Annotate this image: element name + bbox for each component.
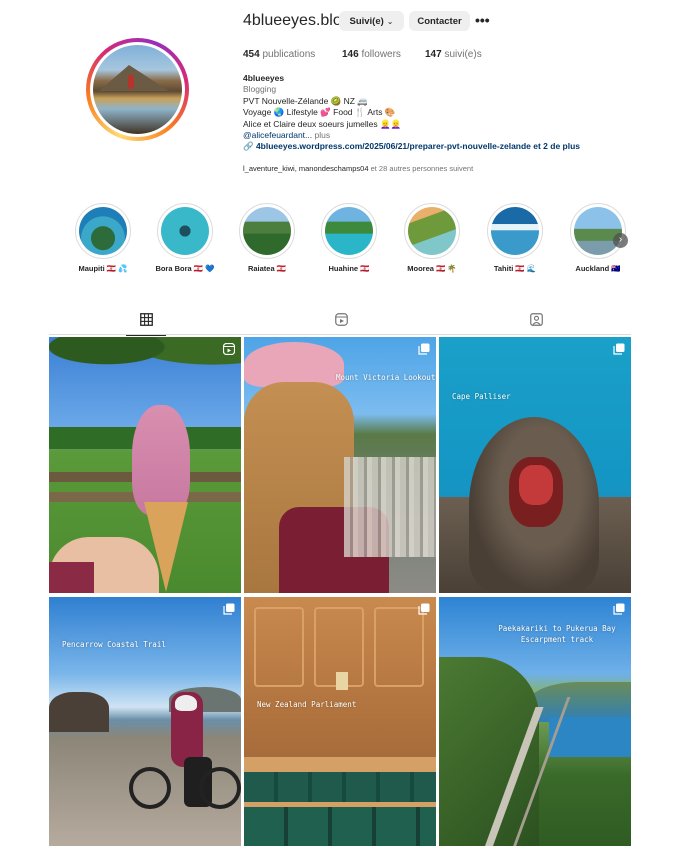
post-thumbnail[interactable]: Mount Victoria Lookout bbox=[244, 337, 436, 593]
posts-count: 454 publications bbox=[243, 49, 316, 60]
bio-line: Alice et Claire deux soeurs jumelles 👱‍♀… bbox=[243, 118, 402, 129]
highlight-cover bbox=[243, 207, 291, 255]
chevron-down-icon: ⌄ bbox=[386, 16, 394, 26]
bio-mention-link[interactable]: @alicefeuardant... bbox=[243, 130, 312, 140]
post-thumbnail[interactable] bbox=[49, 337, 241, 593]
highlight-cover bbox=[161, 207, 209, 255]
profile-avatar[interactable] bbox=[86, 38, 189, 141]
bio-category: Blogging bbox=[243, 84, 277, 95]
highlight-moorea[interactable]: Moorea 🇵🇫 🌴 bbox=[404, 203, 460, 273]
followed-by[interactable]: l_aventure_kiwi, manondeschamps04 et 28 … bbox=[243, 164, 473, 173]
post-thumbnail[interactable]: Paekakariki to Pukerua Bay Escarpment tr… bbox=[439, 597, 631, 846]
carousel-icon bbox=[613, 343, 625, 355]
tab-reels[interactable] bbox=[321, 313, 361, 335]
tagged-icon bbox=[529, 313, 543, 326]
highlight-huahine[interactable]: Huahine 🇵🇫 bbox=[321, 203, 377, 273]
tab-posts[interactable] bbox=[126, 313, 166, 336]
carousel-icon bbox=[418, 343, 430, 355]
bio-external-link[interactable]: 🔗 4blueeyes.wordpress.com/2025/06/21/pre… bbox=[243, 141, 643, 152]
tab-tagged[interactable] bbox=[516, 313, 556, 335]
highlight-cover bbox=[491, 207, 539, 255]
following-count[interactable]: 147 suivi(e)s bbox=[425, 49, 482, 60]
highlight-bora-bora[interactable]: Bora Bora 🇵🇫 💙 bbox=[155, 203, 215, 273]
carousel-icon bbox=[418, 603, 430, 615]
post-thumbnail[interactable]: New Zealand Parliament bbox=[244, 597, 436, 846]
highlight-cover bbox=[408, 207, 456, 255]
post-caption-text: Pencarrow Coastal Trail bbox=[62, 640, 166, 649]
bio-line: Voyage 🌏 Lifestyle 💕 Food 🍴 Arts 🎨 bbox=[243, 107, 396, 118]
more-options-icon[interactable]: ••• bbox=[475, 13, 490, 27]
bio-line: PVT Nouvelle-Zélande 🥝 NZ 🚐 bbox=[243, 95, 368, 106]
profile-username: 4blueeyes.blog bbox=[243, 12, 351, 29]
highlight-maupiti[interactable]: Maupiti 🇵🇫 💦 bbox=[75, 203, 131, 273]
highlight-cover bbox=[574, 207, 622, 255]
highlight-cover bbox=[325, 207, 373, 255]
carousel-icon bbox=[613, 603, 625, 615]
post-caption-text: Cape Palliser bbox=[452, 392, 511, 401]
chevron-right-icon[interactable]: › bbox=[613, 233, 628, 248]
highlight-cover bbox=[79, 207, 127, 255]
post-thumbnail[interactable]: Pencarrow Coastal Trail bbox=[49, 597, 241, 846]
post-caption-text: New Zealand Parliament bbox=[257, 700, 357, 709]
carousel-icon bbox=[223, 603, 235, 615]
contact-button[interactable]: Contacter bbox=[409, 11, 470, 31]
highlight-tahiti[interactable]: Tahiti 🇵🇫 🌊 bbox=[487, 203, 543, 273]
profile-bio: 4blueeyes Blogging PVT Nouvelle-Zélande … bbox=[243, 73, 643, 153]
avatar-photo bbox=[93, 45, 182, 134]
bio-name: 4blueeyes bbox=[243, 73, 285, 83]
following-button-label: Suivi(e) bbox=[349, 15, 384, 27]
following-button[interactable]: Suivi(e) ⌄ bbox=[339, 11, 404, 31]
post-thumbnail[interactable]: Cape Palliser bbox=[439, 337, 631, 593]
link-icon: 🔗 bbox=[243, 141, 256, 152]
grid-icon bbox=[139, 313, 153, 326]
post-caption-text: Mount Victoria Lookout bbox=[336, 373, 436, 382]
followers-count[interactable]: 146 followers bbox=[342, 49, 401, 60]
reel-icon bbox=[223, 343, 235, 355]
highlight-raiatea[interactable]: Raiatea 🇵🇫 bbox=[239, 203, 295, 273]
reels-icon bbox=[334, 313, 348, 326]
bio-more-link[interactable]: plus bbox=[312, 130, 330, 140]
post-caption-text: Paekakariki to Pukerua Bay Escarpment tr… bbox=[498, 624, 616, 644]
